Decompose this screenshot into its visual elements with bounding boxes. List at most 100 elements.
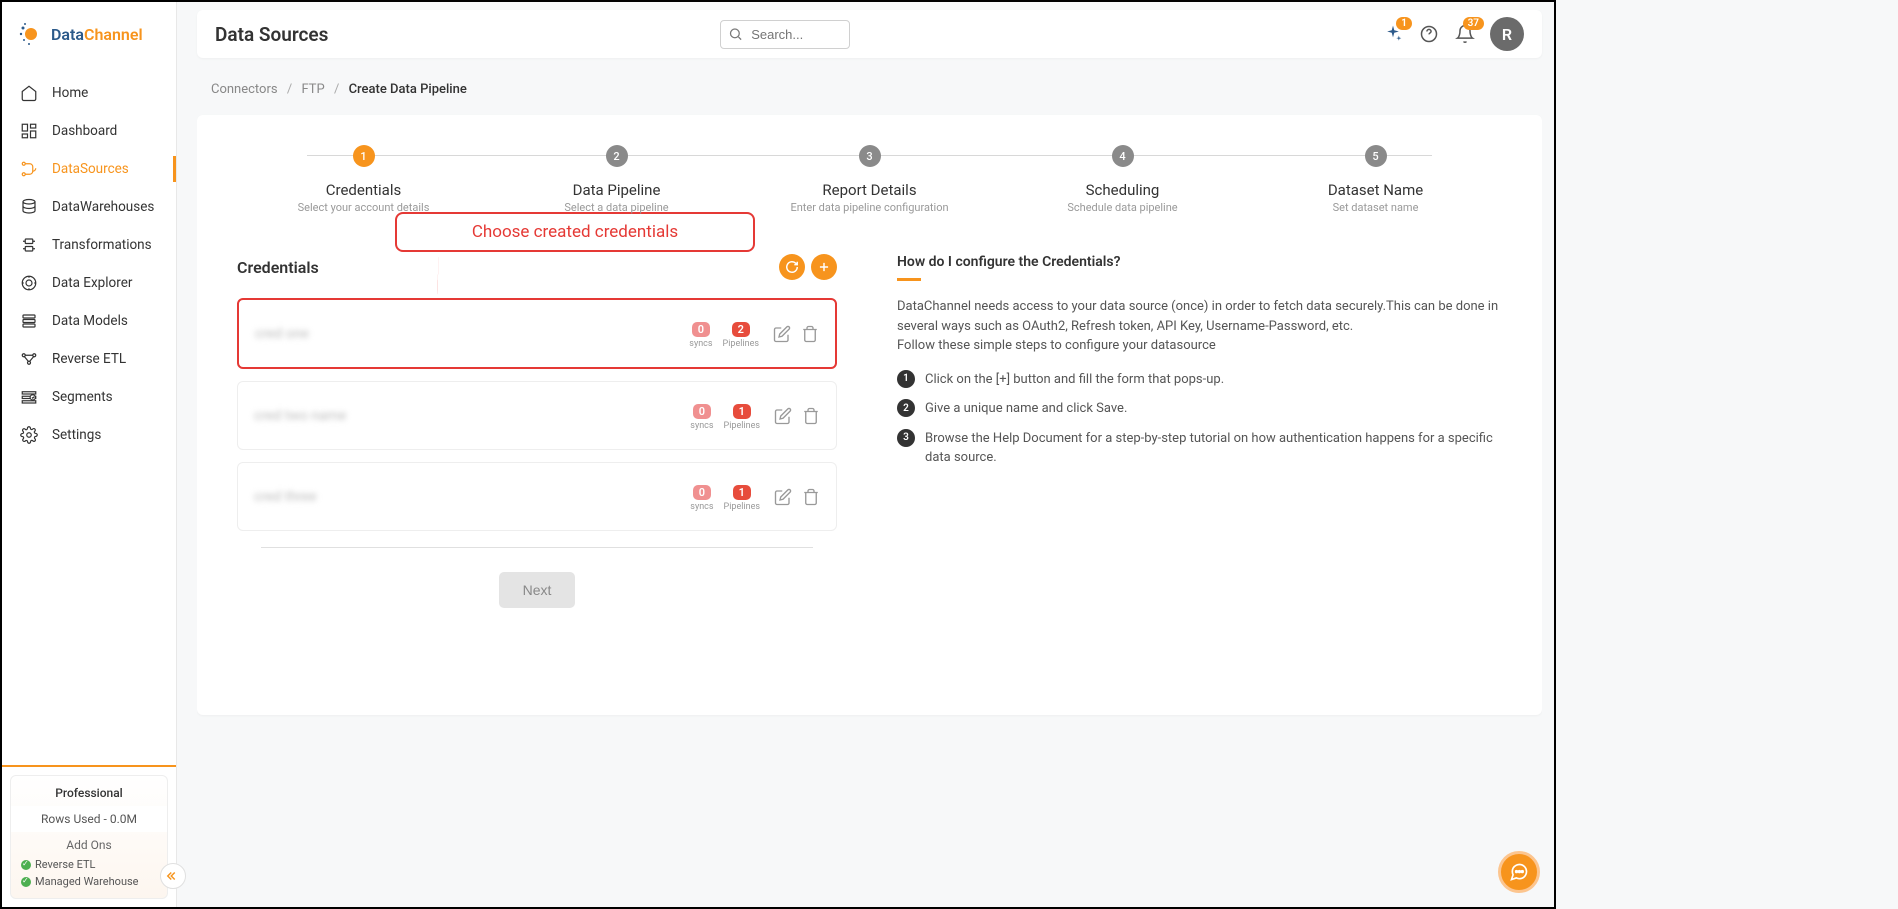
notifications-button[interactable]: 37 <box>1454 23 1476 45</box>
nav-label: Home <box>52 85 88 101</box>
wizard-body: Choose created credentials Credentials c… <box>237 254 1502 608</box>
help-step: 3Browse the Help Document for a step-by-… <box>897 429 1502 468</box>
sidebar: DataChannel Home Dashboard DataSources D… <box>2 2 177 907</box>
delete-icon[interactable] <box>801 325 819 343</box>
breadcrumb: Connectors / FTP / Create Data Pipeline <box>197 74 1542 115</box>
edit-icon[interactable] <box>773 325 791 343</box>
pipelines-count: 1 <box>733 404 751 419</box>
nav-transformations[interactable]: Transformations <box>2 226 176 264</box>
credential-name: cred two name <box>254 408 690 424</box>
models-icon <box>20 312 38 330</box>
nav-label: Data Models <box>52 313 128 329</box>
plan-rows: Rows Used - 0.0M <box>11 806 167 832</box>
nav-label: DataWarehouses <box>52 199 154 215</box>
home-icon <box>20 84 38 102</box>
logo[interactable]: DataChannel <box>2 2 176 66</box>
pipelines-count: 1 <box>733 485 751 500</box>
logo-icon <box>17 20 45 48</box>
search-wrap <box>720 20 850 49</box>
breadcrumb-link[interactable]: FTP <box>301 82 324 97</box>
datasources-icon <box>20 160 38 178</box>
credential-name: cred one <box>255 326 689 342</box>
syncs-count: 0 <box>693 404 711 419</box>
nav-datawarehouses[interactable]: DataWarehouses <box>2 188 176 226</box>
header-right: 1 37 R <box>1382 17 1524 51</box>
chat-button[interactable] <box>1498 851 1540 893</box>
content: Connectors / FTP / Create Data Pipeline … <box>197 74 1542 897</box>
credential-item[interactable]: cred two name 0syncs 1Pipelines <box>237 381 837 450</box>
nav-label: Transformations <box>52 237 152 253</box>
pipelines-count: 2 <box>732 322 750 337</box>
help-title: How do I configure the Credentials? <box>897 254 1502 270</box>
step-dataset-name[interactable]: 5 Dataset Name Set dataset name <box>1249 145 1502 214</box>
help-underline <box>897 278 921 281</box>
step-data-pipeline[interactable]: 2 Data Pipeline Select a data pipeline <box>490 145 743 214</box>
nav-label: Dashboard <box>52 123 117 139</box>
notifications-badge: 37 <box>1463 17 1484 30</box>
breadcrumb-current: Create Data Pipeline <box>349 82 467 97</box>
nav-segments[interactable]: Segments <box>2 378 176 416</box>
database-icon <box>20 198 38 216</box>
section-title-text: Credentials <box>237 258 319 277</box>
nav-data-models[interactable]: Data Models <box>2 302 176 340</box>
plan-addon: Managed Warehouse <box>21 873 157 890</box>
plan-title: Professional <box>21 784 157 806</box>
sparkle-badge: 1 <box>1396 17 1412 30</box>
segments-icon <box>20 388 38 406</box>
edit-icon[interactable] <box>774 407 792 425</box>
credential-item[interactable]: cred three 0syncs 1Pipelines <box>237 462 837 531</box>
explorer-icon <box>20 274 38 292</box>
breadcrumb-link[interactable]: Connectors <box>211 82 278 97</box>
credential-name: cred three <box>254 489 690 505</box>
nav-label: Segments <box>52 389 113 405</box>
nav-label: DataSources <box>52 161 129 177</box>
step-credentials[interactable]: 1 Credentials Select your account detail… <box>237 145 490 214</box>
check-icon <box>21 860 31 870</box>
page-title: Data Sources <box>215 23 328 46</box>
stepper: 1 Credentials Select your account detail… <box>237 145 1502 214</box>
search-icon <box>728 27 743 42</box>
plan-addon: Reverse ETL <box>21 856 157 873</box>
syncs-count: 0 <box>693 485 711 500</box>
nav-datasources[interactable]: DataSources <box>2 150 176 188</box>
collapse-sidebar-button[interactable] <box>160 863 186 889</box>
reverse-etl-icon <box>20 350 38 368</box>
next-button[interactable]: Next <box>499 572 576 608</box>
sparkle-button[interactable]: 1 <box>1382 23 1404 45</box>
check-icon <box>21 877 31 887</box>
help-button[interactable] <box>1418 23 1440 45</box>
nav-home[interactable]: Home <box>2 74 176 112</box>
refresh-button[interactable] <box>779 254 805 280</box>
add-credential-button[interactable] <box>811 254 837 280</box>
nav-reverse-etl[interactable]: Reverse ETL <box>2 340 176 378</box>
credential-item[interactable]: cred one 0syncs 2Pipelines <box>237 298 837 369</box>
callout-annotation: Choose created credentials <box>395 212 755 252</box>
nav-label: Data Explorer <box>52 275 132 291</box>
wizard-card: 1 Credentials Select your account detail… <box>197 115 1542 715</box>
step-scheduling[interactable]: 4 Scheduling Schedule data pipeline <box>996 145 1249 214</box>
logo-text: DataChannel <box>51 25 143 44</box>
header: Data Sources 1 37 R <box>197 10 1542 58</box>
nav-label: Reverse ETL <box>52 351 126 367</box>
delete-icon[interactable] <box>802 407 820 425</box>
help-body: DataChannel needs access to your data so… <box>897 297 1502 356</box>
gear-icon <box>20 426 38 444</box>
nav-settings[interactable]: Settings <box>2 416 176 454</box>
plan-addons-title: Add Ons <box>21 832 157 856</box>
transformations-icon <box>20 236 38 254</box>
callout-pointer <box>437 257 439 297</box>
section-header: Credentials <box>237 254 837 280</box>
delete-icon[interactable] <box>802 488 820 506</box>
step-report-details[interactable]: 3 Report Details Enter data pipeline con… <box>743 145 996 214</box>
sidebar-footer: Professional Rows Used - 0.0M Add Ons Re… <box>2 765 176 907</box>
credentials-column: Choose created credentials Credentials c… <box>237 254 837 608</box>
edit-icon[interactable] <box>774 488 792 506</box>
help-step: 2Give a unique name and click Save. <box>897 399 1502 419</box>
nav: Home Dashboard DataSources DataWarehouse… <box>2 66 176 765</box>
nav-dashboard[interactable]: Dashboard <box>2 112 176 150</box>
nav-data-explorer[interactable]: Data Explorer <box>2 264 176 302</box>
syncs-count: 0 <box>692 322 710 337</box>
avatar[interactable]: R <box>1490 17 1524 51</box>
help-column: How do I configure the Credentials? Data… <box>897 254 1502 608</box>
plan-card: Professional Rows Used - 0.0M Add Ons Re… <box>10 775 168 899</box>
